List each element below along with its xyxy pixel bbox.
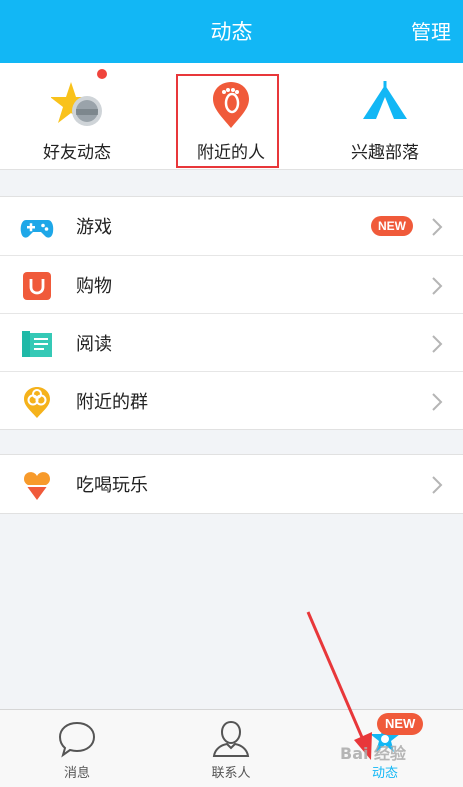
chevron-right-icon xyxy=(432,335,443,353)
group-pin-icon xyxy=(24,387,50,418)
app-header: 动态 管理 xyxy=(0,0,463,63)
tent-icon xyxy=(363,81,407,119)
book-icon xyxy=(22,331,52,357)
list-item-shopping[interactable]: 购物 xyxy=(0,255,463,313)
manage-button[interactable]: 管理 xyxy=(411,16,451,45)
chevron-right-icon xyxy=(432,476,443,494)
chevron-right-icon xyxy=(432,393,443,411)
page-title: 动态 xyxy=(210,20,253,44)
lifestyle-list: 吃喝玩乐 xyxy=(0,454,463,514)
list-item-food-fun[interactable]: 吃喝玩乐 xyxy=(0,455,463,513)
nav-friends-feed-label: 好友动态 xyxy=(43,143,111,163)
tab-feed-label: 动态 xyxy=(371,766,398,781)
top-nav: 好友动态 附近的人 兴趣部落 xyxy=(0,63,463,170)
nav-interest-tribe-label: 兴趣部落 xyxy=(351,143,419,163)
feature-list: 游戏 NEW 购物 阅读 附近的群 xyxy=(0,196,463,430)
list-item-reading[interactable]: 阅读 xyxy=(0,313,463,371)
shopping-bag-icon xyxy=(23,272,51,300)
tab-new-badge: NEW xyxy=(377,713,424,735)
chat-bubble-icon xyxy=(58,721,96,758)
person-icon xyxy=(212,720,250,757)
tab-contacts-label: 联系人 xyxy=(211,766,251,781)
nav-interest-tribe[interactable]: 兴趣部落 xyxy=(308,63,462,170)
list-item-reading-label: 阅读 xyxy=(76,334,112,355)
gamepad-icon xyxy=(20,220,54,238)
new-badge: NEW xyxy=(371,216,413,236)
tab-messages-label: 消息 xyxy=(63,766,90,781)
list-item-shopping-label: 购物 xyxy=(76,276,112,297)
annotation-highlight-box xyxy=(176,74,279,168)
list-item-games-label: 游戏 xyxy=(76,217,112,238)
nav-friends-feed[interactable]: 好友动态 xyxy=(0,63,154,170)
tab-contacts[interactable]: 联系人 xyxy=(154,710,308,787)
list-item-games[interactable]: 游戏 NEW xyxy=(0,197,463,255)
chevron-right-icon xyxy=(432,277,443,295)
unread-dot xyxy=(97,69,107,79)
chevron-right-icon xyxy=(432,218,443,236)
list-item-nearby-groups[interactable]: 附近的群 xyxy=(0,371,463,429)
watermark: Bai 经验 xyxy=(340,744,407,763)
tab-messages[interactable]: 消息 xyxy=(0,710,154,787)
list-item-nearby-groups-label: 附近的群 xyxy=(76,392,148,413)
heart-bag-icon xyxy=(24,472,50,500)
friends-star-icon xyxy=(51,82,102,126)
list-item-food-fun-label: 吃喝玩乐 xyxy=(76,475,148,496)
